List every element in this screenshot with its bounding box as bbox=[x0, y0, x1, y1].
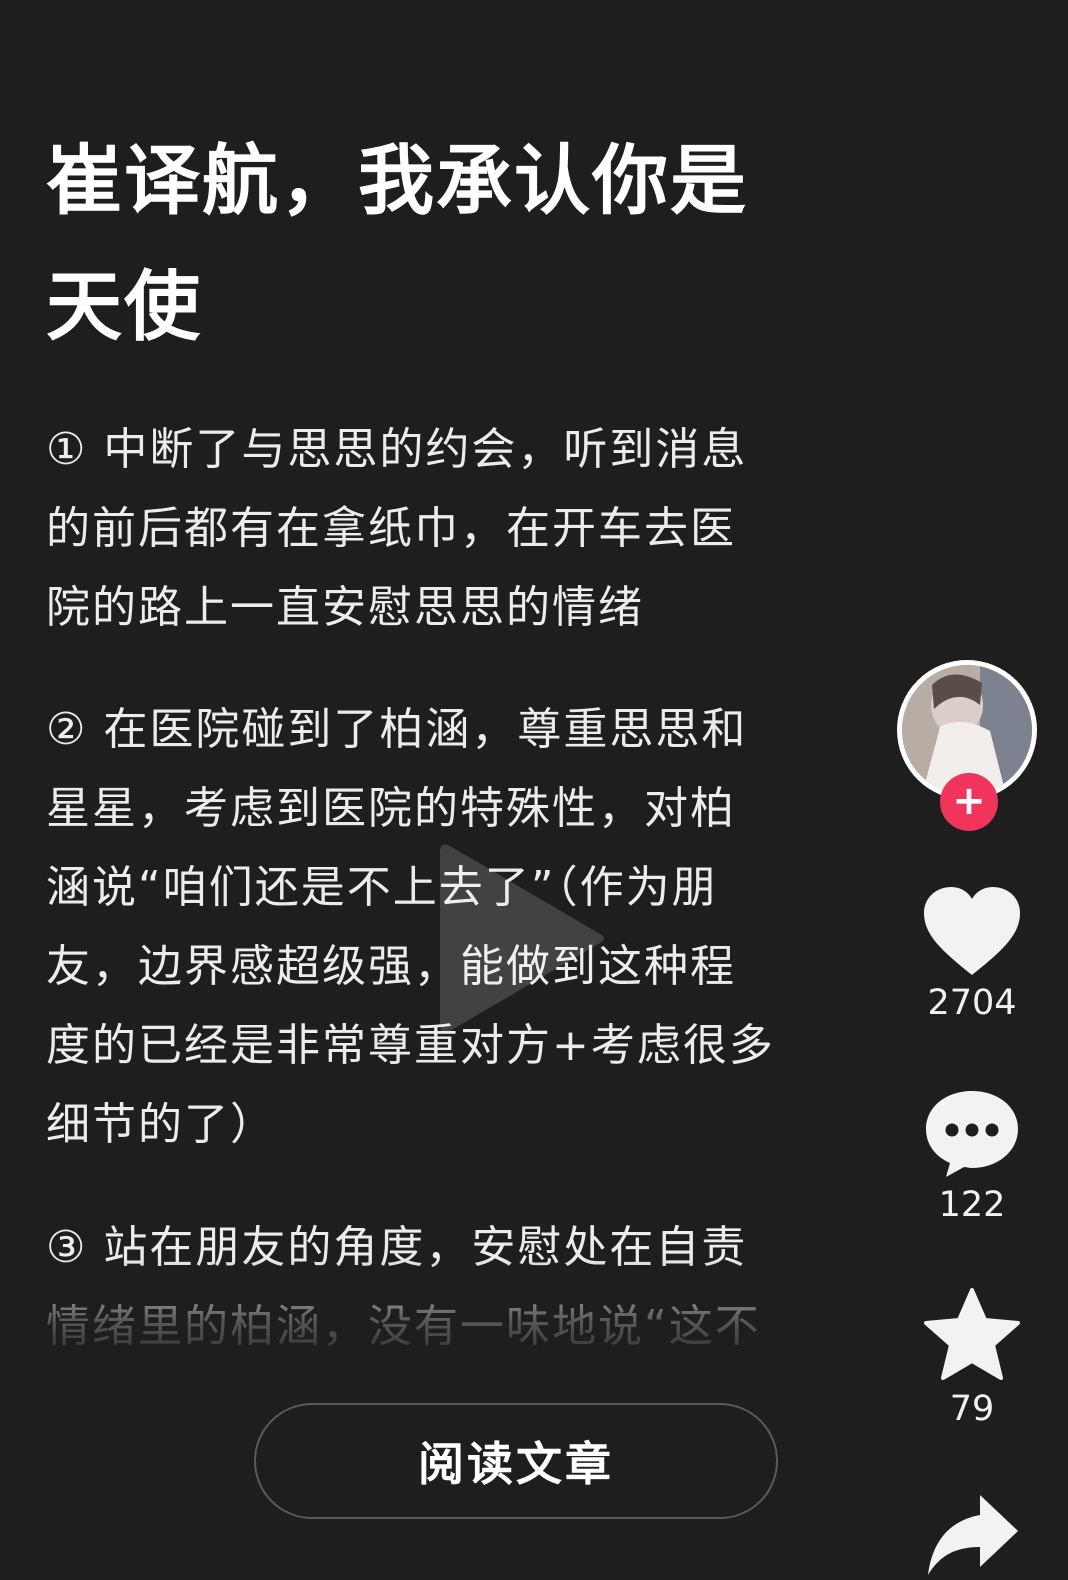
text-line: 院的路上一直安慰思思的情绪 bbox=[46, 582, 644, 633]
favorite-count: 79 bbox=[949, 1389, 995, 1429]
action-rail: + 2704 122 79 bbox=[890, 655, 1060, 1576]
speech-bubble-icon bbox=[926, 1091, 1018, 1177]
like-button[interactable]: 2704 bbox=[890, 885, 1054, 1023]
text-line: ① 中断了与思思的约会，听到消息 bbox=[46, 424, 748, 475]
paragraph-1: ① 中断了与思思的约会，听到消息 的前后都有在拿纸巾，在开车去医 院的路上一直安… bbox=[46, 410, 826, 647]
comment-button[interactable]: 122 bbox=[890, 1087, 1054, 1225]
favorite-button[interactable]: 79 bbox=[890, 1287, 1054, 1429]
article-title: 崔译航，我承认你是 天使 bbox=[46, 118, 826, 370]
comment-count: 122 bbox=[938, 1185, 1006, 1225]
text-line: ② 在医院碰到了柏涵，尊重思思和 bbox=[46, 704, 748, 755]
text-line: 情绪里的柏涵，没有一味地说“这不 bbox=[46, 1301, 761, 1352]
share-arrow-icon bbox=[928, 1495, 1018, 1575]
title-line: 崔译航，我承认你是 bbox=[46, 136, 748, 225]
plus-icon: + bbox=[952, 778, 986, 824]
star-icon bbox=[924, 1288, 1020, 1380]
text-line: 的前后都有在拿纸巾，在开车去医 bbox=[46, 503, 736, 554]
text-line: ③ 站在朋友的角度，安慰处在自责 bbox=[46, 1222, 748, 1273]
play-icon[interactable] bbox=[422, 838, 622, 1038]
follow-button[interactable]: + bbox=[940, 773, 998, 831]
text-line: 星星，考虑到医院的特殊性，对柏 bbox=[46, 783, 736, 834]
video-screen[interactable]: 崔译航，我承认你是 天使 ① 中断了与思思的约会，听到消息 的前后都有在拿纸巾，… bbox=[0, 0, 1068, 1576]
paragraph-3: ③ 站在朋友的角度，安慰处在自责 情绪里的柏涵，没有一味地说“这不 bbox=[46, 1208, 826, 1366]
article-content: 崔译航，我承认你是 天使 ① 中断了与思思的约会，听到消息 的前后都有在拿纸巾，… bbox=[46, 118, 826, 1366]
heart-icon bbox=[924, 887, 1020, 975]
share-button[interactable] bbox=[890, 1491, 1054, 1580]
text-line: 细节的了） bbox=[46, 1099, 276, 1150]
like-count: 2704 bbox=[927, 983, 1017, 1023]
read-article-button[interactable]: 阅读文章 bbox=[254, 1403, 778, 1519]
title-line: 天使 bbox=[46, 262, 202, 351]
read-article-label: 阅读文章 bbox=[418, 1437, 614, 1491]
